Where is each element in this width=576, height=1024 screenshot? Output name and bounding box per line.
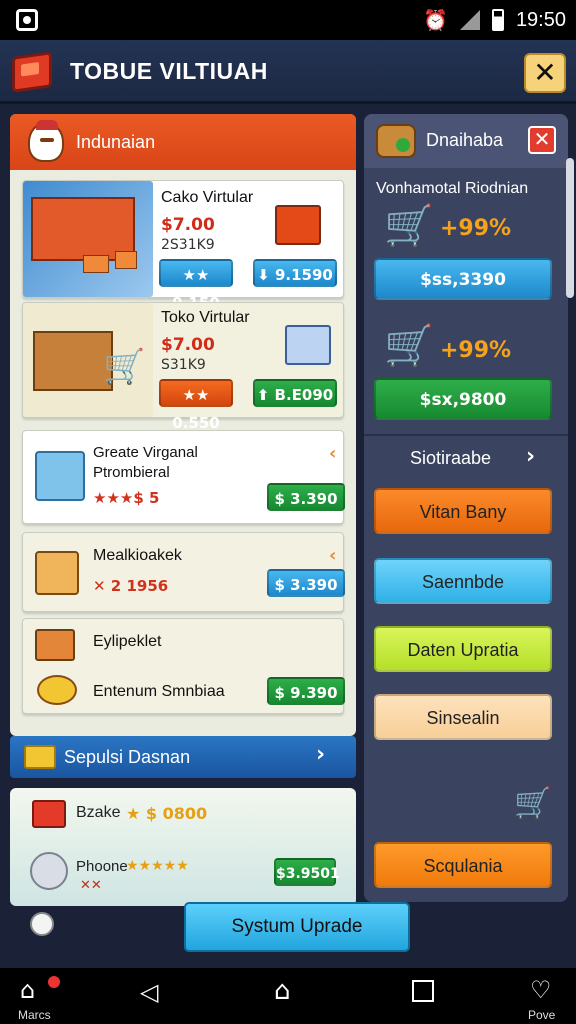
card-name: Mealkioakek	[93, 547, 182, 564]
store-logo-icon	[12, 51, 52, 93]
buy-button[interactable]: ★★ 9.150	[159, 259, 233, 312]
section-title: Siotiraabe	[410, 448, 492, 468]
buy-button[interactable]: ★★ 0.550	[159, 379, 233, 432]
system-upgrade-button[interactable]: Systum Uprade	[184, 902, 410, 952]
menu-button[interactable]: Vitan Bany	[374, 488, 552, 534]
deals-panel: Dnaihaba ✕ Vonhamotal Riodnian 🛒 +99% $s…	[364, 114, 568, 902]
menu-button[interactable]: Scqulania	[374, 842, 552, 888]
feature-icon	[24, 745, 56, 769]
card-name: Cako Virtular	[161, 189, 254, 206]
item-rating: ★ $ 0800	[126, 804, 208, 823]
feature-bar[interactable]: Sepulsi Dasnan ›	[10, 736, 356, 778]
navigation-bar: ⌂ Marcs ◁ ⌂ ♡ Pove	[0, 968, 576, 1024]
cart-icon: 🛒	[384, 323, 434, 369]
store-desk-image: 🛒	[23, 303, 153, 417]
item-name: Phoone	[76, 858, 128, 875]
price-button[interactable]: $3.9501	[274, 858, 340, 886]
price-button[interactable]: $ 3.390	[267, 483, 345, 511]
close-button[interactable]: ✕	[524, 53, 566, 93]
tray-icon	[35, 629, 75, 661]
item-mark: ✕✕	[80, 878, 102, 893]
feature-bar-title: Sepulsi Dasnan	[64, 746, 191, 767]
store-card[interactable]: Eylipeklet Entenum Smnbiaa $ 9.390	[22, 618, 345, 714]
deals-title: Dnaihaba	[426, 130, 504, 150]
card-subtitle: Entenum Smnbiaa	[93, 683, 225, 700]
clock: 19:50	[515, 8, 566, 31]
box-icon	[83, 255, 109, 273]
chevron-left-icon[interactable]: ‹	[329, 545, 336, 566]
card-price: $7.00	[161, 335, 215, 355]
card-code: S31K9	[161, 357, 206, 373]
deal-buy-button[interactable]: $sx,9800	[374, 378, 552, 420]
battery-icon	[491, 9, 504, 31]
shopkeeper-icon	[376, 124, 416, 158]
item-rating: ★★★★★	[126, 858, 189, 874]
home-button-icon[interactable]: ⌂	[274, 976, 291, 1006]
app-notification-icon	[16, 9, 38, 31]
basket-icon	[285, 325, 331, 365]
card-code: ✕ 2 1956	[93, 577, 169, 595]
title-bar: TOBUE VILTIUAH	[0, 40, 576, 104]
item-name: Bzake	[76, 804, 121, 821]
desk-icon	[33, 331, 113, 391]
close-panel-button[interactable]: ✕	[528, 126, 556, 154]
store-list-panel: Indunaian Cako Virtular $7.00 2S31K9 ★★ …	[10, 114, 356, 736]
deals-subtitle: Vonhamotal Riodnian	[376, 180, 529, 197]
store-card[interactable]: Greate Virganal Ptrombieral ★★★$ 5 ‹ $ 3…	[22, 430, 345, 524]
menu-button[interactable]: Daten Upratia	[374, 626, 552, 672]
favorites-label: Pove	[528, 1008, 556, 1022]
chevron-right-icon[interactable]: ›	[316, 742, 325, 767]
store-card[interactable]: 🛒 Toko Virtular $7.00 S31K9 ★★ 0.550 ⬆ B…	[22, 302, 344, 432]
scrollbar[interactable]	[566, 158, 574, 298]
card-name: Eylipeklet	[93, 633, 162, 650]
app-title: TOBUE VILTIUAH	[70, 58, 268, 84]
card-price: $7.00	[161, 215, 215, 235]
mascot-icon	[28, 120, 64, 162]
heart-icon[interactable]: ♡	[530, 976, 552, 1004]
deals-header: Dnaihaba ✕	[364, 114, 568, 168]
chat-bubble-icon[interactable]	[30, 912, 54, 936]
cart-icon: 🛒	[384, 203, 434, 249]
bread-box-icon	[35, 451, 85, 501]
store-card[interactable]: Mealkioakek ✕ 2 1956 ‹ $ 3.390	[22, 532, 345, 612]
store-card[interactable]: Cako Virtular $7.00 2S31K9 ★★ 9.150 ⬇ 9.…	[22, 180, 344, 312]
coin-icon	[37, 675, 77, 705]
card-code: 2S31K9	[161, 237, 215, 253]
chevron-left-icon[interactable]: ‹	[329, 443, 336, 464]
price-button[interactable]: $ 3.390	[267, 569, 345, 597]
cart-icon: 🛒	[514, 786, 552, 821]
plate-icon	[30, 852, 68, 890]
recents-icon[interactable]	[412, 980, 434, 1002]
home-icon[interactable]: ⌂	[20, 976, 35, 1004]
rating: ★★★$ 5	[93, 489, 160, 507]
back-icon[interactable]: ◁	[140, 978, 158, 1006]
divider	[364, 434, 568, 436]
cart-icon: 🛒	[103, 347, 146, 387]
left-panel-header: Indunaian	[10, 114, 356, 170]
card-name: Greate Virganal Ptrombieral	[93, 444, 198, 481]
crate-icon	[35, 551, 79, 595]
gift-box-icon	[275, 205, 321, 245]
bottom-panel: Bzake ★ $ 0800 Phoone ★★★★★ ✕✕ $3.9501	[10, 788, 356, 906]
discount-label: +99%	[440, 338, 512, 363]
store-front-image	[23, 181, 153, 297]
left-panel-title: Indunaian	[76, 131, 156, 152]
deal-buy-button[interactable]: $ss,3390	[374, 258, 552, 300]
status-bar: ⏰ 19:50	[0, 0, 576, 40]
box-icon	[115, 251, 137, 269]
alarm-icon: ⏰	[423, 9, 448, 32]
box-icon	[32, 800, 66, 828]
price-button[interactable]: ⬇ 9.1590	[253, 259, 337, 287]
home-label: Marcs	[18, 1008, 51, 1022]
chevron-right-icon[interactable]: ›	[526, 444, 535, 469]
notification-dot	[48, 976, 60, 988]
price-button[interactable]: $ 9.390	[267, 677, 345, 705]
menu-button[interactable]: Saennbde	[374, 558, 552, 604]
card-name: Toko Virtular	[161, 309, 250, 326]
signal-icon	[459, 10, 480, 30]
price-button[interactable]: ⬆ B.E090	[253, 379, 337, 407]
menu-button[interactable]: Sinsealin	[374, 694, 552, 740]
discount-label: +99%	[440, 216, 512, 241]
